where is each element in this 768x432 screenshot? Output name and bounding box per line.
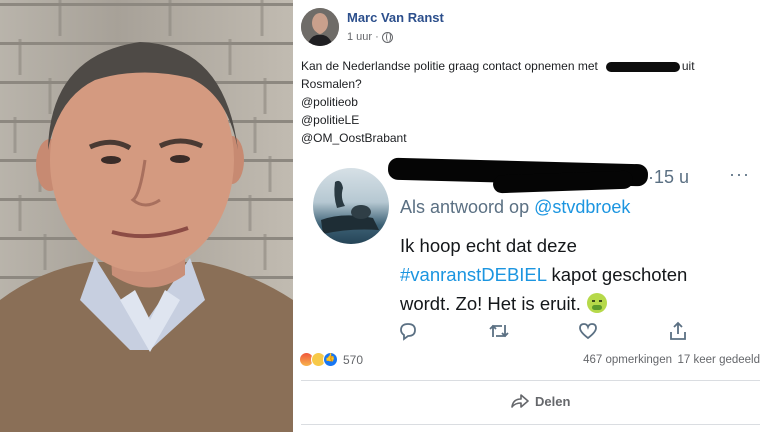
- hashtag[interactable]: #vanranstDEBIEL: [400, 264, 546, 285]
- reactions-count: 570: [343, 352, 364, 367]
- post-line-1: Kan de Nederlandse politie graag contact…: [301, 57, 761, 75]
- tweet-line-3: wordt. Zo! Het is eruit.: [400, 289, 760, 318]
- tweet-line-2: #vanranstDEBIEL kapot geschoten: [400, 260, 760, 289]
- post-text-part-a: Kan de Nederlandse politie graag contact…: [301, 59, 598, 73]
- reply-prefix: Als antwoord op: [400, 197, 530, 217]
- share-button[interactable]: Delen: [503, 387, 578, 415]
- author-avatar[interactable]: [301, 8, 339, 46]
- reply-icon[interactable]: [398, 321, 420, 343]
- share-label: Delen: [535, 393, 571, 409]
- author-name[interactable]: Marc Van Ranst: [347, 10, 444, 25]
- redaction-bar: [605, 61, 680, 72]
- redaction-bar-handle-2: [492, 170, 634, 194]
- post-meta: 1 uur ·: [347, 31, 393, 43]
- reply-to: Als antwoord op @stvdbroek: [400, 197, 630, 218]
- like-icon[interactable]: [578, 321, 600, 343]
- comments-count[interactable]: 467 opmerkingen: [583, 354, 672, 366]
- reply-handle[interactable]: @stvdbroek: [534, 197, 630, 217]
- globe-icon: [381, 31, 393, 43]
- divider: [301, 380, 760, 381]
- tweet-line-3-text: wordt. Zo! Het is eruit.: [400, 293, 581, 314]
- tweet-more-icon[interactable]: ···: [729, 164, 750, 185]
- facebook-post: Marc Van Ranst 1 uur · Kan de Nederlands…: [293, 0, 768, 432]
- tweet-body: Ik hoop echt dat deze #vanranstDEBIEL ka…: [400, 231, 760, 318]
- mention-politiele[interactable]: @politieLE: [301, 111, 761, 129]
- tweet-line-1: Ik hoop echt dat deze: [400, 235, 577, 256]
- shares-count[interactable]: 17 keer gedeeld: [678, 354, 760, 366]
- portrait-photo: [0, 0, 293, 432]
- share-tweet-icon[interactable]: [668, 321, 690, 343]
- mention-politieob[interactable]: @politieob: [301, 93, 761, 111]
- divider-bottom: [301, 424, 760, 425]
- reactions-summary[interactable]: 570: [299, 352, 363, 367]
- post-line-2: Rosmalen?: [301, 77, 362, 91]
- nauseated-face-icon: [586, 293, 607, 313]
- retweet-icon[interactable]: [488, 321, 510, 343]
- tweet-line-2-rest: kapot geschoten: [546, 264, 688, 285]
- post-time[interactable]: 1 uur ·: [347, 31, 379, 43]
- share-icon: [511, 394, 529, 408]
- mention-om-oostbrabant[interactable]: @OM_OostBrabant: [301, 129, 761, 147]
- like-reaction-icon: [323, 352, 338, 367]
- post-text-part-b: uit: [681, 59, 695, 73]
- embedded-tweet: ·15 u ··· Als antwoord op @stvdbroek Ik …: [293, 155, 768, 345]
- tweet-actions: [393, 321, 693, 343]
- tweet-avatar: [313, 168, 389, 244]
- tweet-time: ·15 u: [648, 167, 690, 187]
- post-text: Kan de Nederlandse politie graag contact…: [301, 57, 761, 147]
